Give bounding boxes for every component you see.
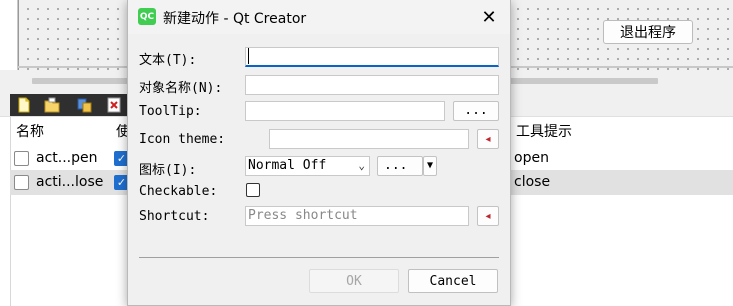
text-field[interactable] xyxy=(245,47,499,67)
designer-left-margin xyxy=(0,0,18,70)
checkable-checkbox[interactable] xyxy=(246,183,260,197)
shortcut-placeholder: Press shortcut xyxy=(248,208,358,223)
table-left-border xyxy=(10,117,11,306)
copy-action-icon[interactable] xyxy=(44,97,60,113)
object-name-label: 对象名称(N): xyxy=(139,81,223,96)
icon-theme-label: Icon theme: xyxy=(139,132,226,147)
tooltip-field[interactable] xyxy=(245,101,445,121)
text-caret xyxy=(248,48,249,64)
table-cell-tooltip[interactable]: open xyxy=(514,150,549,166)
shortcut-reset-icon[interactable]: ◂ xyxy=(477,206,499,226)
icon-label: 图标(I): xyxy=(139,163,197,178)
icon-mode-value: Normal Off xyxy=(248,158,327,173)
button-separator xyxy=(139,257,499,258)
dialog-title: 新建动作 - Qt Creator xyxy=(163,11,307,27)
dropdown-arrow-icon[interactable]: ▼ xyxy=(423,156,437,176)
icon-theme-reset-icon[interactable]: ◂ xyxy=(477,129,499,149)
delete-action-icon[interactable] xyxy=(106,97,122,113)
table-cell-tooltip[interactable]: close xyxy=(514,174,550,190)
shortcut-label: Shortcut: xyxy=(139,209,210,224)
dialog-titlebar[interactable]: QC 新建动作 - Qt Creator ✕ xyxy=(128,0,510,34)
close-icon[interactable]: ✕ xyxy=(474,5,504,29)
row-checkbox[interactable] xyxy=(14,175,29,190)
text-label: 文本(T): xyxy=(139,53,197,68)
table-cell-name[interactable]: acti...lose xyxy=(36,174,103,190)
tooltip-more-button[interactable]: ... xyxy=(453,101,499,121)
tooltip-label: ToolTip: xyxy=(139,104,202,119)
new-action-icon[interactable] xyxy=(16,97,32,113)
ok-button[interactable]: OK xyxy=(309,269,399,293)
table-cell-name[interactable]: act...pen xyxy=(36,150,98,166)
qt-creator-icon: QC xyxy=(138,8,156,25)
object-name-field[interactable] xyxy=(245,75,499,95)
quit-program-button[interactable]: 退出程序 xyxy=(603,20,693,44)
cancel-button[interactable]: Cancel xyxy=(408,269,498,293)
new-action-dialog: QC 新建动作 - Qt Creator ✕ 文本(T): 对象名称(N): T… xyxy=(127,0,511,306)
row-checkbox[interactable] xyxy=(14,151,29,166)
checkable-label: Checkable: xyxy=(139,184,218,199)
column-header-name[interactable]: 名称 xyxy=(16,121,44,141)
column-header-tooltip[interactable]: 工具提示 xyxy=(516,121,572,141)
icon-theme-field[interactable] xyxy=(269,129,469,149)
icon-choose-label: ... xyxy=(384,158,408,173)
paste-action-icon[interactable] xyxy=(76,97,92,113)
shortcut-field[interactable]: Press shortcut xyxy=(245,206,469,226)
icon-choose-button[interactable]: ... xyxy=(377,156,423,176)
icon-mode-select[interactable]: Normal Off ⌄ xyxy=(245,156,370,176)
chevron-down-icon: ⌄ xyxy=(358,159,365,172)
